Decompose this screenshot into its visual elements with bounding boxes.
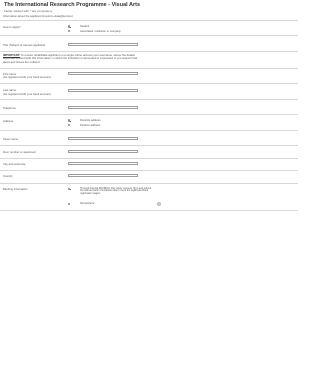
house-number-label: Door number or apartment (3, 149, 36, 154)
country-input[interactable] (68, 174, 138, 178)
intro-text: Information about the applicant (Liquid … (3, 14, 73, 18)
house-number-input[interactable] (68, 149, 138, 153)
project-title-label: Title (Subject of Interest applicant) (3, 42, 46, 47)
page-title: The International Research Programme - V… (4, 2, 141, 8)
divider (0, 67, 298, 69)
divider (0, 182, 298, 184)
banking-option-other: Somewhere (80, 202, 95, 206)
divider (0, 51, 298, 52)
divider (0, 145, 298, 146)
divider (0, 130, 298, 131)
divider (0, 99, 298, 100)
street-name-input[interactable] (68, 137, 138, 141)
address-label: Address (3, 119, 14, 123)
street-name-label: Street name (3, 136, 19, 141)
address-radio-postbox[interactable] (68, 123, 71, 127)
address-radio-domicile[interactable] (68, 119, 71, 123)
banking-label: Banking information (3, 187, 28, 191)
info-icon[interactable]: i (157, 201, 161, 206)
divider (0, 35, 298, 36)
address-option-domicile: Domicile address (80, 119, 101, 123)
project-title-input[interactable] (68, 43, 138, 47)
how-apply-label: How to apply? (3, 25, 21, 29)
city-label: City and postcode (3, 161, 26, 166)
how-apply-radio-associated[interactable] (68, 29, 71, 32)
first-name-sublabel: (As registered with your bank account) (3, 75, 51, 79)
important-text: To ensure rehabilitate applicant on a si… (3, 53, 138, 64)
divider (0, 83, 298, 84)
city-input[interactable] (68, 161, 138, 165)
last-name-sublabel: (As registered with your bank account) (3, 91, 51, 96)
divider (0, 170, 298, 171)
how-apply-option-associated: Associated, institution or company (80, 29, 121, 33)
telephone-label: Telephone (3, 105, 16, 110)
country-label: Country (3, 174, 13, 178)
important-notice: IMPORTANT: To ensure rehabilitate applic… (3, 53, 141, 64)
how-apply-radio-student[interactable] (68, 25, 71, 29)
banking-option-internal: Through internal BIC/IBAN. Pay nicely co… (80, 186, 152, 196)
divider (0, 210, 298, 211)
banking-radio-other[interactable] (68, 202, 71, 205)
telephone-input[interactable] (68, 105, 138, 109)
divider (0, 20, 298, 21)
banking-radio-internal[interactable] (68, 187, 71, 191)
divider (0, 114, 298, 115)
page-subtitle: Fields marked with * are compulsory (4, 8, 53, 13)
address-option-postbox: Postbox address (80, 123, 101, 127)
first-name-input[interactable] (68, 72, 138, 76)
how-apply-option-student: Student (80, 25, 90, 29)
last-name-input[interactable] (68, 88, 138, 92)
divider (0, 157, 298, 159)
